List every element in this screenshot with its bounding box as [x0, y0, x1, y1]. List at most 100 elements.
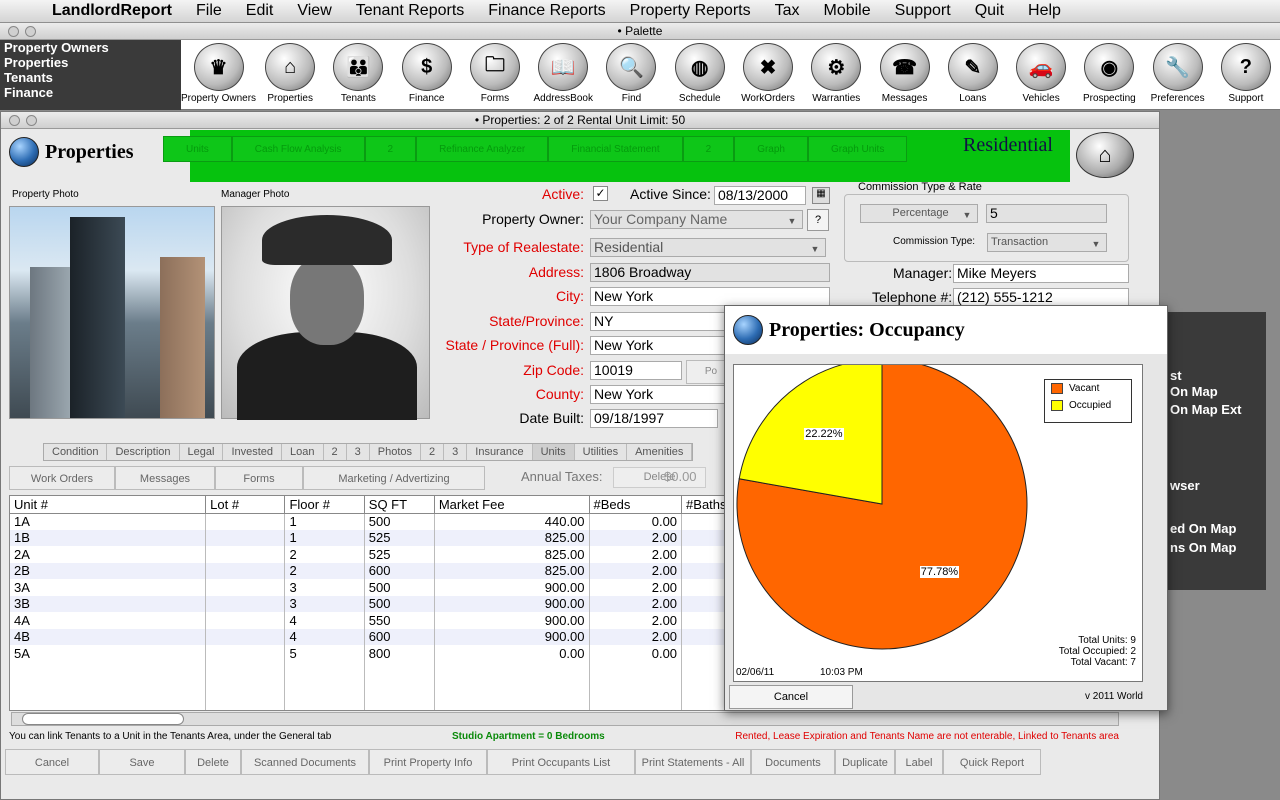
save-button[interactable]: Save	[99, 749, 185, 775]
duplicate-button[interactable]: Duplicate	[835, 749, 895, 775]
close-icon[interactable]	[8, 26, 19, 37]
menu-mobile[interactable]: Mobile	[812, 2, 883, 20]
tab-2[interactable]: 2	[324, 444, 347, 460]
table-row[interactable]: 2A2525825.002.001.003.00False	[10, 546, 728, 563]
date-built-field[interactable]: 09/18/1997	[590, 409, 718, 428]
column-header[interactable]: Floor #	[284, 496, 365, 514]
manager-field[interactable]: Mike Meyers	[953, 264, 1129, 283]
side-panel-item[interactable]: ns On Map	[1170, 540, 1236, 555]
tab-loan[interactable]: Loan	[282, 444, 324, 460]
active-since-field[interactable]: 08/13/2000	[714, 186, 806, 205]
table-row[interactable]: 4B4600900.002.001.000.00False	[10, 628, 728, 645]
tool-support-button[interactable]: ? Support	[1212, 40, 1280, 110]
tab-3[interactable]: 3	[347, 444, 370, 460]
tool-schedule-button[interactable]: ◍ Schedule	[666, 40, 734, 110]
palette-link-finance[interactable]: Finance	[0, 85, 181, 100]
tool-messages-button[interactable]: ☎ Messages	[870, 40, 938, 110]
cancel-button[interactable]: Cancel	[5, 749, 99, 775]
rate-type-select[interactable]: Percentage ▼	[860, 204, 978, 223]
print-occupants-list-button[interactable]: Print Occupants List	[487, 749, 635, 775]
table-row[interactable]: 3B3500900.002.001.003.00False	[10, 595, 728, 612]
tab-photos[interactable]: Photos	[370, 444, 422, 460]
table-row[interactable]: 1A1500440.000.001.003.00False	[10, 513, 728, 530]
tab-description[interactable]: Description	[107, 444, 180, 460]
minimize-icon[interactable]	[26, 115, 37, 126]
tab-units[interactable]: Units	[532, 444, 575, 460]
tab-financial-statement[interactable]: Financial Statement	[548, 136, 683, 162]
calendar-icon[interactable]: ▦	[812, 187, 830, 204]
table-row[interactable]: 2B2600825.002.001.003.00False	[10, 562, 728, 579]
tab-insurance[interactable]: Insurance	[467, 444, 533, 460]
menu-property-reports[interactable]: Property Reports	[618, 2, 763, 20]
menu-tenant-reports[interactable]: Tenant Reports	[344, 2, 477, 20]
property-photo[interactable]	[9, 206, 215, 419]
tab-invested[interactable]: Invested	[223, 444, 283, 460]
tab-work-orders[interactable]: Work Orders	[9, 466, 115, 490]
label-button[interactable]: Label	[895, 749, 943, 775]
tool-workorders-button[interactable]: ✖ WorkOrders	[734, 40, 802, 110]
menu-help[interactable]: Help	[1016, 2, 1073, 20]
address-field[interactable]: 1806 Broadway	[590, 263, 830, 282]
city-field[interactable]: New York	[590, 287, 830, 306]
table-row[interactable]: 1B1525825.002.001.003.00False	[10, 529, 728, 546]
active-checkbox[interactable]: ✓	[593, 186, 608, 201]
side-panel-item[interactable]: wser	[1170, 478, 1200, 493]
tab-3[interactable]: 3	[444, 444, 468, 460]
tool-warranties-button[interactable]: ⚙ Warranties	[802, 40, 870, 110]
type-select[interactable]: Residential ▼	[590, 238, 826, 257]
column-header[interactable]: Market Fee	[434, 496, 590, 514]
column-header[interactable]: SQ FT	[364, 496, 435, 514]
zip-field[interactable]: 10019	[590, 361, 682, 380]
tab-cash-flow-analysis[interactable]: Cash Flow Analysis	[231, 136, 365, 162]
house-icon[interactable]: ⌂	[1076, 132, 1134, 178]
rate-field[interactable]: 5	[986, 204, 1107, 223]
tab-refinance-analyzer[interactable]: Refinance Analyzer	[416, 136, 549, 162]
tool-find-button[interactable]: 🔍 Find	[597, 40, 665, 110]
tool-property-owners-button[interactable]: ♛ Property Owners	[181, 40, 256, 110]
column-header[interactable]: Lot #	[205, 496, 286, 514]
side-panel-item[interactable]: ed On Map	[1170, 521, 1236, 536]
tool-finance-button[interactable]: $ Finance	[393, 40, 461, 110]
owner-help-button[interactable]: ?	[807, 209, 829, 231]
tab-messages[interactable]: Messages	[115, 466, 215, 490]
side-panel-item[interactable]: st	[1170, 368, 1182, 383]
palette-link-property-owners[interactable]: Property Owners	[0, 40, 181, 55]
print-statements-all-button[interactable]: Print Statements - All	[635, 749, 751, 775]
tool-vehicles-button[interactable]: 🚗 Vehicles	[1007, 40, 1075, 110]
owner-select[interactable]: Your Company Name ▼	[590, 210, 803, 229]
menu-tax[interactable]: Tax	[763, 2, 812, 20]
table-row[interactable]: 4A4550900.002.001.003.00False	[10, 612, 728, 629]
minimize-icon[interactable]	[25, 26, 36, 37]
tool-loans-button[interactable]: ✎ Loans	[939, 40, 1007, 110]
tool-prospecting-button[interactable]: ◉ Prospecting	[1075, 40, 1143, 110]
quick-report-button[interactable]: Quick Report	[943, 749, 1041, 775]
column-header[interactable]: #Beds	[589, 496, 683, 514]
side-panel-item[interactable]: On Map	[1170, 384, 1218, 399]
palette-link-tenants[interactable]: Tenants	[0, 70, 181, 85]
tab-2[interactable]: 2	[364, 136, 417, 162]
tab-2[interactable]: 2	[682, 136, 735, 162]
menu-finance-reports[interactable]: Finance Reports	[476, 2, 617, 20]
table-row[interactable]: 5A58000.000.000.000.00False	[10, 645, 728, 662]
menu-edit[interactable]: Edit	[234, 2, 286, 20]
documents-button[interactable]: Documents	[751, 749, 835, 775]
column-header[interactable]: Unit #	[10, 496, 207, 514]
tab-units[interactable]: Units	[163, 136, 232, 162]
table-row[interactable]: 3A3500900.002.001.003.00False	[10, 579, 728, 596]
tab-graph[interactable]: Graph	[734, 136, 808, 162]
tab-2[interactable]: 2	[421, 444, 445, 460]
menu-view[interactable]: View	[285, 2, 343, 20]
tab-utilities[interactable]: Utilities	[575, 444, 628, 460]
menu-quit[interactable]: Quit	[963, 2, 1016, 20]
tool-forms-button[interactable]: 🗀 Forms	[461, 40, 529, 110]
commission-type-select[interactable]: Transaction ▼	[987, 233, 1107, 252]
tab-graph-units[interactable]: Graph Units	[807, 136, 908, 162]
menu-support[interactable]: Support	[883, 2, 963, 20]
tool-addressbook-button[interactable]: 📖 AddressBook	[529, 40, 597, 110]
close-icon[interactable]	[9, 115, 20, 126]
tab-forms[interactable]: Forms	[215, 466, 303, 490]
tab-condition[interactable]: Condition	[44, 444, 108, 460]
palette-link-properties[interactable]: Properties	[0, 55, 181, 70]
manager-photo[interactable]	[221, 206, 430, 420]
horizontal-scrollbar[interactable]	[11, 712, 1119, 726]
